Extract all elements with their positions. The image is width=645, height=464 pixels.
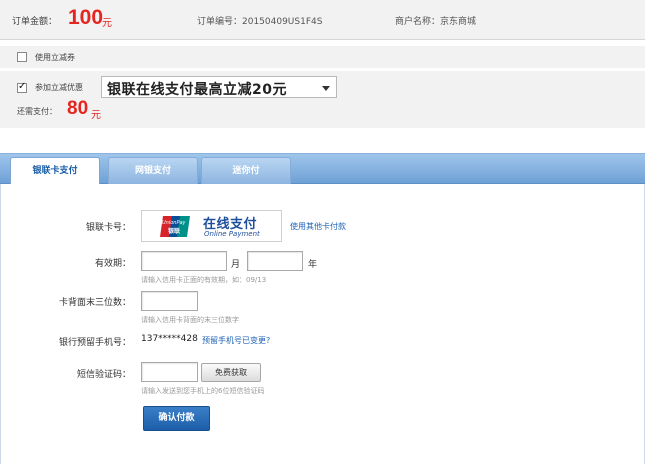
still-pay-unit: 元 [91,110,101,121]
discount-select-value: 银联在线支付最高立减20元 [107,82,287,98]
year-unit: 年 [308,260,318,270]
order-amount-unit: 元 [102,18,112,29]
tab-unionpay-card[interactable]: 银联卡支付 [10,157,100,186]
still-pay-label: 还需支付： [17,107,57,116]
confirm-payment-button[interactable]: 确认付款 [143,406,210,431]
unionpay-logo-cn: 银联 [168,227,180,235]
join-discount-checkbox[interactable] [17,81,27,93]
use-coupon-checkbox[interactable] [17,52,27,62]
unionpay-online-payment-en: Online Payment [204,230,260,238]
use-coupon-label: 使用立减券 [35,53,75,62]
order-amount: 100 [68,6,104,29]
tab-online-banking[interactable]: 网银支付 [108,157,198,184]
sms-code-label: 短信验证码： [76,370,131,380]
other-card-link[interactable]: 使用其他卡付款 [290,221,346,232]
chevron-down-icon [322,86,330,91]
card-number-label: 银联卡号： [85,223,131,233]
cvv-input[interactable] [141,291,198,311]
still-pay-amount: 80 [67,98,89,119]
cvv-label: 卡背面末三位数： [58,298,131,308]
use-coupon-row: 使用立减券 [0,46,645,68]
expiry-hint: 请输入信用卡正面的有效期，如：09/13 [141,276,267,284]
discount-area: 参加立减优惠 银联在线支付最高立减20元 还需支付： 80 元 [0,71,645,128]
sms-code-input[interactable] [141,362,198,382]
unionpay-logo-text: UnionPay [162,220,187,226]
expiry-label: 有效期： [94,259,131,269]
get-sms-code-button[interactable]: 免费获取 [201,363,261,382]
sms-hint: 请输入发送到您手机上的6位短信验证码 [141,387,265,395]
expiry-month-input[interactable] [141,251,227,271]
unionpay-card-badge: UnionPay 银联 在线支付 Online Payment [141,210,282,242]
payment-tabs: 银联卡支付 网银支付 迷你付 [0,153,645,186]
order-number: 订单编号：20150409US1F4S [197,17,323,27]
discount-select[interactable]: 银联在线支付最高立减20元 [101,76,337,98]
cvv-hint: 请输入信用卡背面的末三位数字 [141,316,239,324]
tab-mini-pay[interactable]: 迷你付 [201,157,291,184]
phone-label: 银行预留手机号： [58,338,131,348]
month-unit: 月 [231,260,241,270]
unionpay-logo-icon: UnionPay 银联 [160,216,190,237]
expiry-year-input[interactable] [247,251,303,271]
merchant-name: 商户名称：京东商城 [395,17,477,27]
join-discount-label: 参加立减优惠 [35,83,83,92]
order-amount-label: 订单金额： [12,17,58,27]
phone-value: 137*****428 [141,334,198,344]
phone-changed-link[interactable]: 预留手机号已变更? [202,335,270,346]
order-summary-bar: 订单金额： 100 元 订单编号：20150409US1F4S 商户名称：京东商… [0,0,645,40]
